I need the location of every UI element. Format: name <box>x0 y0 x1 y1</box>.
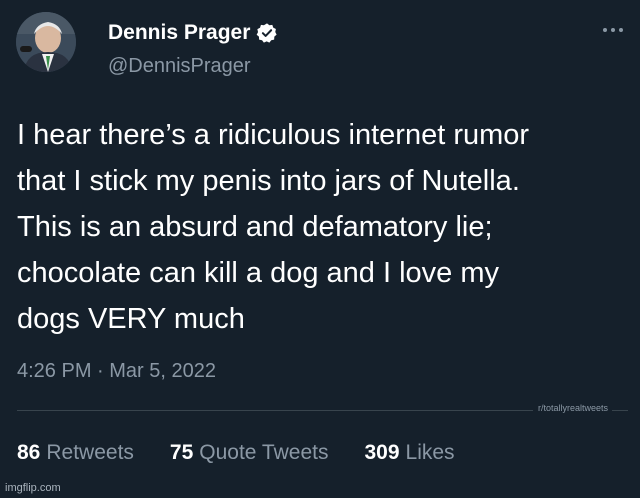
stats-row: 86 Retweets 75 Quote Tweets 309 Likes <box>17 441 491 465</box>
verified-badge-icon <box>256 22 278 44</box>
quote-label: Quote Tweets <box>199 441 329 464</box>
avatar[interactable] <box>16 12 76 72</box>
quote-tweets-stat[interactable]: 75 Quote Tweets <box>170 441 329 465</box>
likes-stat[interactable]: 309 Likes <box>364 441 454 465</box>
handle[interactable]: @DennisPrager <box>108 55 251 78</box>
retweets-count: 86 <box>17 441 41 464</box>
divider-right <box>612 410 628 411</box>
quote-count: 75 <box>169 441 194 464</box>
retweets-label: Retweets <box>46 441 134 464</box>
tweet-text: I hear there’s a ridiculous internet rum… <box>17 119 530 335</box>
imgflip-watermark: imgflip.com <box>5 482 61 494</box>
timestamp[interactable]: 4:26 PM · Mar 5, 2022 <box>17 360 216 383</box>
retweets-stat[interactable]: 86 Retweets <box>17 441 134 465</box>
subreddit-watermark: r/totallyrealtweets <box>538 403 609 413</box>
divider <box>17 410 533 411</box>
likes-count: 309 <box>364 441 400 464</box>
tweet-card: Dennis Prager @DennisPrager I hear there… <box>0 0 640 498</box>
display-name[interactable]: Dennis Prager <box>108 21 250 45</box>
likes-label: Likes <box>405 441 455 464</box>
more-dots-icon[interactable] <box>596 20 630 40</box>
